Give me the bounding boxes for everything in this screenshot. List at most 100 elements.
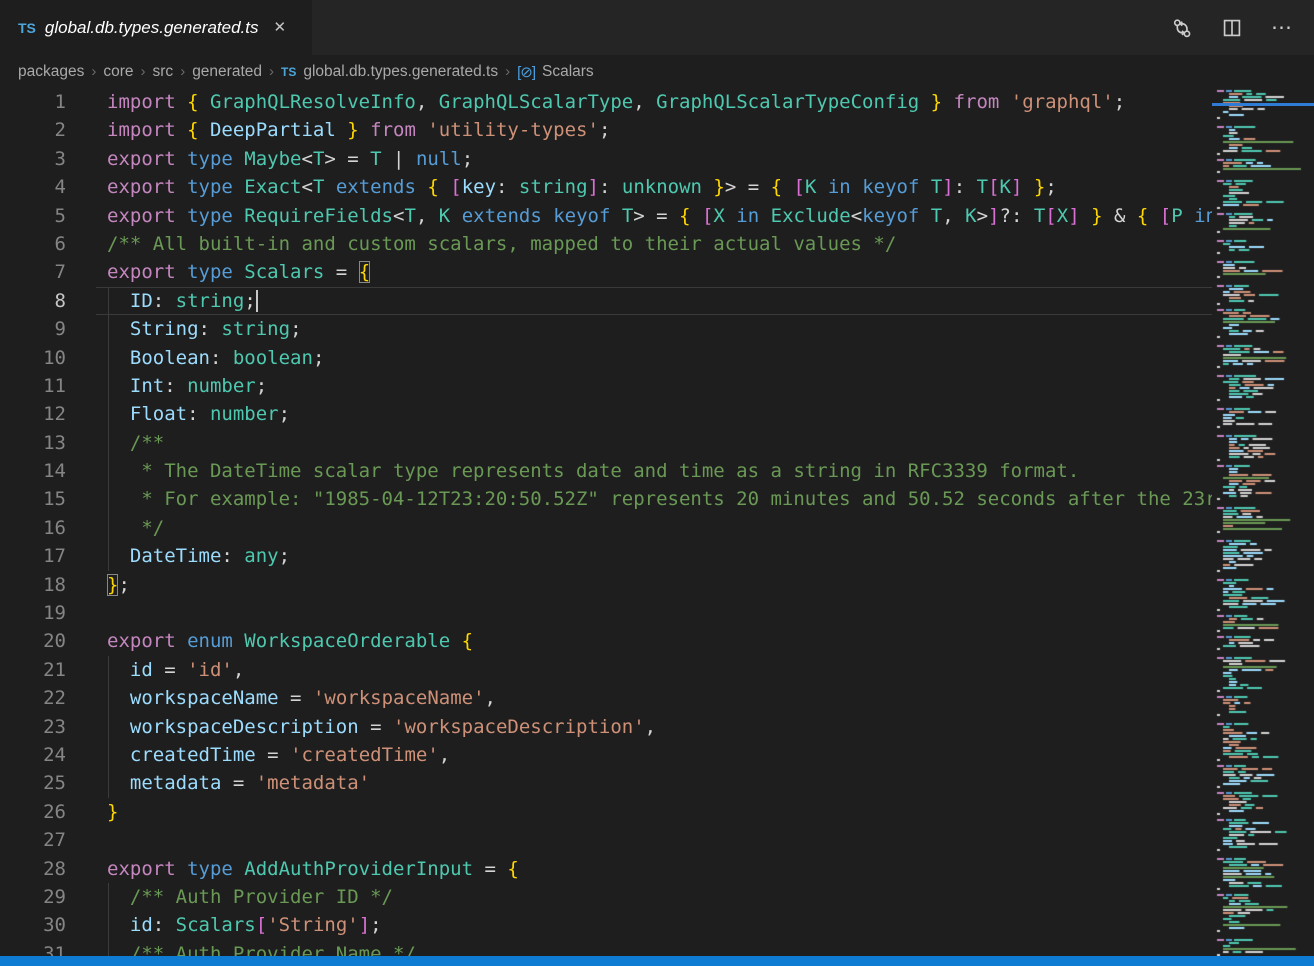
line-number: 5: [0, 202, 66, 230]
line-content: import { DeepPartial } from 'utility-typ…: [66, 116, 610, 144]
code-line[interactable]: 14 * The DateTime scalar type represents…: [0, 457, 1212, 485]
code-line[interactable]: 5export type RequireFields<T, K extends …: [0, 202, 1212, 230]
line-content: DateTime: any;: [66, 542, 290, 570]
code-line[interactable]: 23 workspaceDescription = 'workspaceDesc…: [0, 713, 1212, 741]
line-content: export type Exact<T extends { [key: stri…: [66, 173, 1057, 201]
code-line[interactable]: 3export type Maybe<T> = T | null;: [0, 145, 1212, 173]
line-number: 20: [0, 627, 66, 655]
line-number: 26: [0, 798, 66, 826]
code-line[interactable]: 22 workspaceName = 'workspaceName',: [0, 684, 1212, 712]
line-number: 18: [0, 571, 66, 599]
split-editor-icon[interactable]: [1218, 14, 1246, 42]
line-number: 8: [0, 287, 66, 315]
line-content: id = 'id',: [66, 656, 244, 684]
code-line[interactable]: 24 createdTime = 'createdTime',: [0, 741, 1212, 769]
code-line[interactable]: 1import { GraphQLResolveInfo, GraphQLSca…: [0, 88, 1212, 116]
code-line[interactable]: 15 * For example: "1985-04-12T23:20:50.5…: [0, 485, 1212, 513]
code-line[interactable]: 19: [0, 599, 1212, 627]
line-content: [66, 599, 107, 627]
breadcrumb-item-core[interactable]: core: [103, 63, 133, 81]
code-line[interactable]: 8 ID: string;: [0, 287, 1212, 315]
line-number: 16: [0, 514, 66, 542]
breadcrumb-separator: ›: [91, 63, 96, 80]
code-line[interactable]: 11 Int: number;: [0, 372, 1212, 400]
code-line[interactable]: 21 id = 'id',: [0, 656, 1212, 684]
line-number: 9: [0, 315, 66, 343]
line-content: * The DateTime scalar type represents da…: [66, 457, 1079, 485]
line-number: 13: [0, 429, 66, 457]
code-line[interactable]: 26}: [0, 798, 1212, 826]
code-line[interactable]: 2import { DeepPartial } from 'utility-ty…: [0, 116, 1212, 144]
editor-actions: ⋯: [1168, 0, 1314, 55]
code-line[interactable]: 7export type Scalars = {: [0, 258, 1212, 286]
code-line[interactable]: 18};: [0, 571, 1212, 599]
code-line[interactable]: 6/** All built-in and custom scalars, ma…: [0, 230, 1212, 258]
code-line[interactable]: 10 Boolean: boolean;: [0, 344, 1212, 372]
line-content: export enum WorkspaceOrderable {: [66, 627, 473, 655]
line-number: 30: [0, 911, 66, 939]
line-content: /**: [66, 429, 164, 457]
code-line[interactable]: 28export type AddAuthProviderInput = {: [0, 855, 1212, 883]
line-content: workspaceDescription = 'workspaceDescrip…: [66, 713, 656, 741]
symbol-type-icon: [⊘]: [517, 63, 535, 81]
line-number: 2: [0, 116, 66, 144]
code-line[interactable]: 31 /** Auth Provider Name */: [0, 940, 1212, 956]
code-line[interactable]: 25 metadata = 'metadata': [0, 769, 1212, 797]
line-number: 21: [0, 656, 66, 684]
code-line[interactable]: 29 /** Auth Provider ID */: [0, 883, 1212, 911]
typescript-icon: TS: [18, 20, 36, 36]
breadcrumb-item-file[interactable]: global.db.types.generated.ts: [303, 63, 498, 81]
breadcrumb-separator: ›: [141, 63, 146, 80]
breadcrumb-item-packages[interactable]: packages: [18, 63, 84, 81]
line-content: metadata = 'metadata': [66, 769, 370, 797]
code-line[interactable]: 13 /**: [0, 429, 1212, 457]
line-content: export type AddAuthProviderInput = {: [66, 855, 519, 883]
line-number: 19: [0, 599, 66, 627]
code-line[interactable]: 4export type Exact<T extends { [key: str…: [0, 173, 1212, 201]
line-number: 15: [0, 485, 66, 513]
line-number: 17: [0, 542, 66, 570]
line-number: 27: [0, 826, 66, 854]
line-number: 1: [0, 88, 66, 116]
line-content: workspaceName = 'workspaceName',: [66, 684, 496, 712]
breadcrumb-item-generated[interactable]: generated: [192, 63, 262, 81]
line-content: /** All built-in and custom scalars, map…: [66, 230, 896, 258]
more-actions-icon[interactable]: ⋯: [1268, 14, 1296, 42]
line-content: import { GraphQLResolveInfo, GraphQLScal…: [66, 88, 1125, 116]
line-content: Boolean: boolean;: [66, 344, 324, 372]
status-bar: [0, 956, 1314, 966]
line-number: 24: [0, 741, 66, 769]
code-line[interactable]: 30 id: Scalars['String'];: [0, 911, 1212, 939]
code-line[interactable]: 27: [0, 826, 1212, 854]
line-number: 25: [0, 769, 66, 797]
breadcrumb-item-symbol[interactable]: Scalars: [542, 63, 594, 81]
line-number: 3: [0, 145, 66, 173]
line-number: 6: [0, 230, 66, 258]
line-number: 23: [0, 713, 66, 741]
line-content: export type Maybe<T> = T | null;: [66, 145, 473, 173]
tab-bar: TS global.db.types.generated.ts ✕: [0, 0, 1314, 55]
editor-tab[interactable]: TS global.db.types.generated.ts ✕: [0, 0, 312, 55]
code-line[interactable]: 17 DateTime: any;: [0, 542, 1212, 570]
line-content: * For example: "1985-04-12T23:20:50.52Z"…: [66, 485, 1212, 513]
close-icon[interactable]: ✕: [274, 20, 287, 35]
code-editor[interactable]: 1import { GraphQLResolveInfo, GraphQLSca…: [0, 88, 1314, 956]
breadcrumb-separator: ›: [180, 63, 185, 80]
breadcrumb-item-src[interactable]: src: [153, 63, 174, 81]
code-line[interactable]: 12 Float: number;: [0, 400, 1212, 428]
line-content: */: [66, 514, 164, 542]
breadcrumb: packages›core›src›generated›TSglobal.db.…: [0, 55, 1314, 88]
code-line[interactable]: 16 */: [0, 514, 1212, 542]
code-line[interactable]: 9 String: string;: [0, 315, 1212, 343]
line-number: 28: [0, 855, 66, 883]
minimap[interactable]: [1212, 88, 1314, 956]
open-changes-icon[interactable]: [1168, 14, 1196, 42]
line-content: };: [66, 571, 130, 599]
line-number: 4: [0, 173, 66, 201]
line-number: 31: [0, 940, 66, 956]
line-content: ID: string;: [66, 287, 256, 315]
line-content: Int: number;: [66, 372, 267, 400]
line-content: String: string;: [66, 315, 302, 343]
breadcrumb-separator: ›: [269, 63, 274, 80]
code-line[interactable]: 20export enum WorkspaceOrderable {: [0, 627, 1212, 655]
